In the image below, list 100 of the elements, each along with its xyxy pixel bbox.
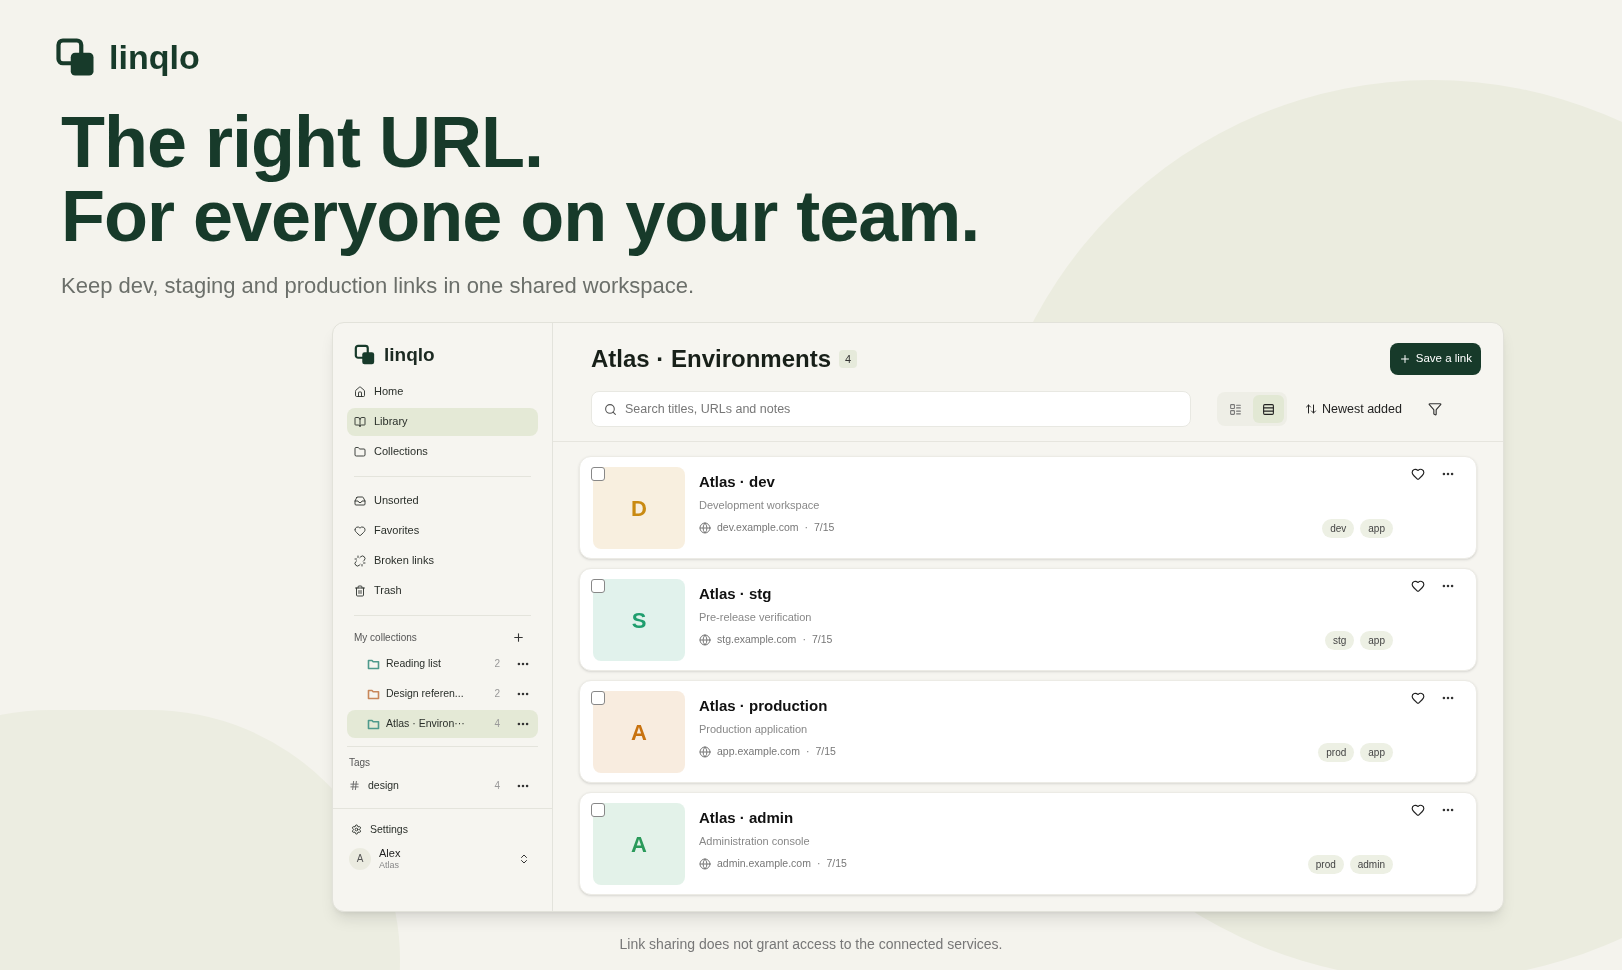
tag-chip: stg <box>1324 631 1355 650</box>
tag-chip: app <box>1360 743 1393 762</box>
link-domain: admin.example.com <box>717 856 811 871</box>
checkbox[interactable] <box>591 691 605 705</box>
workspace-name: Atlas <box>379 859 400 871</box>
link-description: Production application <box>699 721 809 737</box>
filter-icon[interactable] <box>1427 402 1442 416</box>
heart-icon[interactable] <box>1411 467 1425 481</box>
link-domain: app.example.com <box>717 744 800 759</box>
add-icon[interactable] <box>512 631 525 644</box>
collection-name: Design referen... <box>386 685 465 701</box>
item-count: 2 <box>494 657 500 671</box>
item-count: 2 <box>494 687 500 701</box>
tag-chip: dev <box>1322 519 1355 538</box>
book-icon <box>354 415 366 428</box>
collection-item[interactable]: Design referen... 2 <box>347 679 538 708</box>
broken-link-icon <box>354 554 366 567</box>
heart-icon[interactable] <box>1411 691 1425 705</box>
link-date: 7/15 <box>814 520 835 535</box>
inbox-icon <box>354 494 366 507</box>
brand-name: linqlo <box>109 37 200 78</box>
user-name: Alex <box>379 846 402 860</box>
checkbox[interactable] <box>591 803 605 817</box>
page-title: Atlas · Environments <box>591 344 832 374</box>
thumbnail: A <box>593 803 685 885</box>
tag-chip: prod <box>1318 743 1355 762</box>
trash-icon <box>354 584 366 597</box>
link-description: Development workspace <box>699 497 821 513</box>
link-card[interactable]: S Atlas · stg Pre-release verification stg.example.com · 7/15 stg app <box>579 568 1477 671</box>
plus-icon <box>1398 353 1411 365</box>
collection-item[interactable]: Reading list 2 <box>347 649 538 678</box>
tag-chip: app <box>1360 631 1393 650</box>
search-input[interactable]: Search titles, URLs and notes <box>625 399 1178 419</box>
logo-icon <box>55 36 97 79</box>
heart-icon[interactable] <box>1411 579 1425 593</box>
section-title: Tags <box>348 755 372 770</box>
link-date: 7/15 <box>826 856 847 871</box>
separator-dot: · <box>804 520 808 535</box>
folder-icon <box>354 445 366 458</box>
search-field[interactable]: Search titles, URLs and notes <box>591 391 1191 427</box>
globe-icon <box>699 857 711 870</box>
count-badge: 4 <box>839 349 858 369</box>
link-domain: stg.example.com <box>717 632 797 647</box>
sidebar-item[interactable]: Favorites <box>347 516 538 545</box>
subtitle: Keep dev, staging and production links in one shared workspace. <box>61 272 696 300</box>
separator-dot: · <box>805 744 810 759</box>
house-icon <box>354 385 366 398</box>
sidebar-item[interactable]: Collections <box>347 437 538 466</box>
globe-icon <box>699 745 711 758</box>
link-card[interactable]: A Atlas · admin Administration console admin.example.com · 7/15 prod admin <box>579 792 1477 895</box>
heart-icon <box>354 524 366 537</box>
tag-name: design <box>368 777 400 793</box>
sort-icon <box>1305 403 1317 415</box>
sidebar-item[interactable]: Broken links <box>347 546 538 575</box>
tag-chip: prod <box>1307 855 1344 874</box>
checkbox[interactable] <box>591 579 605 593</box>
link-date: 7/15 <box>811 632 833 647</box>
sidebar-item[interactable]: Unsorted <box>347 486 538 515</box>
thumbnail: A <box>593 691 685 773</box>
sidebar-item[interactable]: Home <box>347 377 538 406</box>
sort-button[interactable]: Newest added <box>1305 399 1402 419</box>
separator-dot: · <box>816 856 821 871</box>
settings-link[interactable]: Settings <box>347 818 538 841</box>
thumbnail: S <box>593 579 685 661</box>
heart-icon[interactable] <box>1411 803 1425 817</box>
checkbox[interactable] <box>591 467 605 481</box>
link-card[interactable]: A Atlas · production Production application app.example.com · 7/15 prod app <box>579 680 1477 783</box>
footnote: Link sharing does not grant access to the connected services. <box>619 935 1003 954</box>
link-description: Administration console <box>699 833 811 849</box>
collection-item[interactable]: Atlas · Environ··· 4 <box>347 709 538 738</box>
link-domain: dev.example.com <box>717 520 799 535</box>
link-title: Atlas · admin <box>699 808 795 828</box>
tag-chip: app <box>1360 519 1393 538</box>
link-description: Pre-release verification <box>699 609 813 625</box>
item-count: 4 <box>494 717 500 731</box>
tag-chip: admin <box>1349 855 1393 874</box>
search-icon <box>604 402 617 416</box>
item-count: 4 <box>494 779 500 793</box>
switch-icon[interactable] <box>518 852 530 865</box>
link-title: Atlas · dev <box>699 472 776 492</box>
thumbnail: D <box>593 467 685 549</box>
sidebar-item[interactable]: Library <box>347 407 538 436</box>
settings-icon <box>351 824 362 835</box>
separator-dot: · <box>802 632 806 647</box>
collection-name: Atlas · Environ··· <box>386 715 466 731</box>
link-title: Atlas · production <box>699 696 829 716</box>
globe-icon <box>699 633 711 646</box>
card-list-icon <box>1229 402 1242 416</box>
rows-icon <box>1262 402 1275 416</box>
link-title: Atlas · stg <box>699 584 773 604</box>
globe-icon <box>699 521 711 534</box>
sidebar-item[interactable]: Trash <box>347 576 538 605</box>
hash-icon <box>349 780 360 791</box>
avatar: A <box>349 847 371 870</box>
list-view-button[interactable] <box>1253 395 1284 423</box>
tag-item[interactable]: design 4 <box>347 773 538 798</box>
section-title: My collections <box>354 631 417 645</box>
brand-name: linqlo <box>384 343 435 367</box>
save-link-button[interactable]: Save a link <box>1389 343 1481 375</box>
link-card[interactable]: D Atlas · dev Development workspace dev.example.com · 7/15 dev app <box>579 456 1477 559</box>
